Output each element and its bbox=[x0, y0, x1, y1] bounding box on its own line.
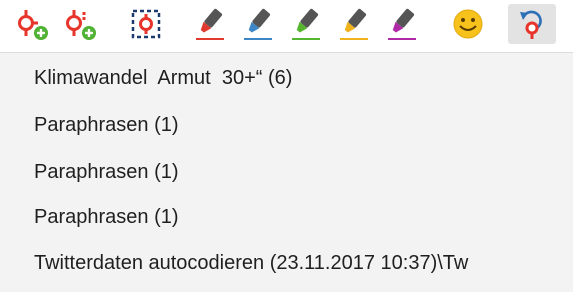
new-subcode-icon bbox=[66, 10, 96, 40]
dropdown-menu: Klimawandel Armut 30+“ (6) Paraphrasen (… bbox=[0, 52, 573, 292]
highlight-blue-icon bbox=[244, 8, 272, 40]
code-selection-button[interactable] bbox=[126, 4, 166, 44]
emoticode-button[interactable] bbox=[448, 4, 488, 44]
new-code-button[interactable] bbox=[14, 4, 54, 44]
menu-item[interactable]: Paraphrasen (1) bbox=[34, 105, 179, 145]
menu-item[interactable]: Twitterdaten autocodieren (23.11.2017 10… bbox=[34, 243, 468, 283]
highlight-magenta-button[interactable] bbox=[382, 4, 422, 44]
new-code-icon bbox=[18, 10, 48, 40]
menu-item[interactable]: Paraphrasen (1) bbox=[34, 152, 179, 192]
new-subcode-button[interactable] bbox=[62, 4, 102, 44]
highlight-blue-button[interactable] bbox=[238, 4, 278, 44]
highlight-green-button[interactable] bbox=[286, 4, 326, 44]
menu-item[interactable]: Paraphrasen (1) bbox=[34, 197, 179, 237]
highlight-yellow-button[interactable] bbox=[334, 4, 374, 44]
undo-code-icon bbox=[520, 10, 542, 39]
code-toolbar bbox=[0, 0, 573, 48]
code-selection-icon bbox=[131, 9, 161, 39]
highlight-yellow-icon bbox=[340, 8, 368, 40]
highlight-red-button[interactable] bbox=[190, 4, 230, 44]
highlight-red-icon bbox=[196, 8, 224, 40]
highlight-green-icon bbox=[292, 8, 320, 40]
undo-code-button[interactable] bbox=[508, 4, 556, 44]
emoticode-icon bbox=[453, 9, 483, 39]
highlight-magenta-icon bbox=[388, 8, 416, 40]
menu-item[interactable]: Klimawandel Armut 30+“ (6) bbox=[34, 58, 292, 98]
